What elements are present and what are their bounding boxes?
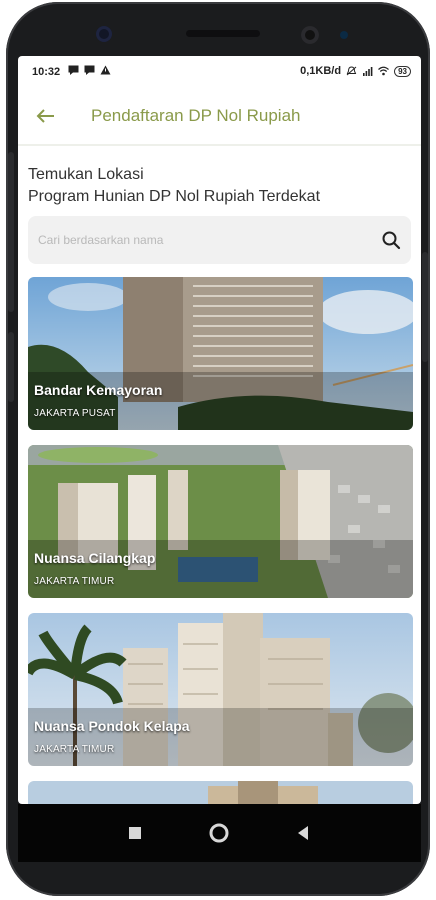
location-name: Nuansa Cilangkap (34, 550, 156, 566)
wifi-icon (378, 66, 389, 76)
page-title: Pendaftaran DP Nol Rupiah (91, 106, 301, 125)
status-time: 10:32 (32, 66, 61, 78)
chat-icon (84, 65, 95, 75)
phone-top-bezel (6, 2, 430, 60)
location-card[interactable]: Bandar Kemayoran JAKARTA PUSAT (28, 277, 413, 430)
back-arrow-icon[interactable] (34, 104, 58, 128)
recent-apps-icon[interactable] (124, 822, 146, 844)
home-icon[interactable] (208, 822, 230, 844)
front-camera (301, 26, 319, 44)
section-heading: Temukan Lokasi Program Hunian DP Nol Rup… (28, 164, 320, 208)
earpiece-speaker (186, 30, 260, 37)
warning-icon (100, 65, 111, 75)
search-placeholder: Cari berdasarkan nama (38, 233, 164, 247)
search-input[interactable]: Cari berdasarkan nama (28, 216, 411, 264)
volume-button-lower (8, 332, 14, 402)
volume-button (8, 152, 14, 312)
proximity-sensor (340, 31, 348, 39)
battery-indicator: 93 (394, 65, 411, 77)
network-speed: 0,1KB/d (300, 65, 342, 77)
search-icon[interactable] (381, 230, 401, 250)
back-nav-icon[interactable] (292, 822, 314, 844)
location-card[interactable]: Nuansa Pondok Kelapa JAKARTA TIMUR (28, 613, 413, 766)
location-area: JAKARTA PUSAT (34, 408, 116, 419)
location-photo (28, 781, 413, 804)
location-card[interactable]: Nuansa Cilangkap JAKARTA TIMUR (28, 445, 413, 598)
location-area: JAKARTA TIMUR (34, 576, 115, 587)
system-navigation-bar (18, 804, 421, 862)
location-card-partial[interactable] (28, 781, 413, 804)
power-button (422, 252, 428, 362)
location-name: Nuansa Pondok Kelapa (34, 718, 190, 734)
message-icon (68, 65, 79, 75)
status-bar: 10:32 0,1KB/d 93 (18, 56, 421, 88)
heading-line-2: Program Hunian DP Nol Rupiah Terdekat (28, 188, 321, 205)
heading-line-1: Temukan Lokasi (28, 166, 144, 183)
front-sensor (96, 26, 112, 42)
mute-icon (346, 66, 357, 76)
app-screen: 10:32 0,1KB/d 93 Pendaftaran DP Nol Rupi… (18, 56, 421, 804)
signal-icon (363, 67, 373, 76)
location-name: Bandar Kemayoran (34, 382, 163, 398)
location-area: JAKARTA TIMUR (34, 744, 115, 755)
app-bar: Pendaftaran DP Nol Rupiah (18, 88, 421, 146)
